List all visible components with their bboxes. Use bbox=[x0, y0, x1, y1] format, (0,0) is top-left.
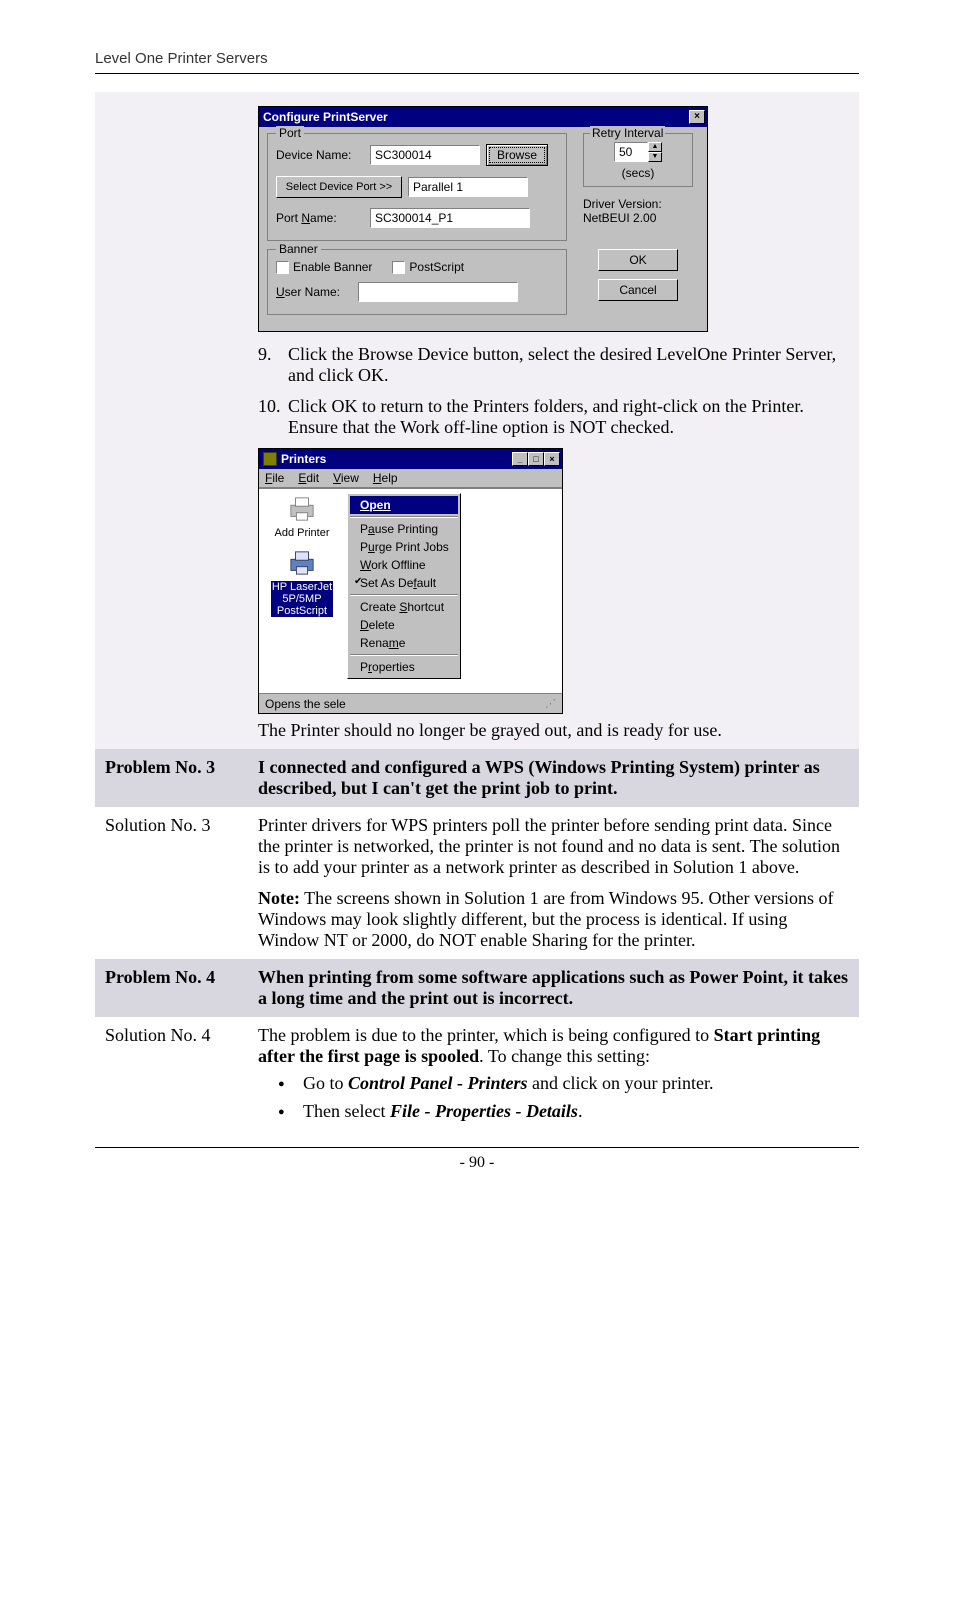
retry-interval-input[interactable]: 50 bbox=[614, 142, 648, 162]
configure-printserver-dialog: Configure PrintServer × Port Device Name… bbox=[258, 106, 708, 332]
window-titlebar: Printers _ □ × bbox=[259, 449, 562, 469]
dialog-title: Configure PrintServer bbox=[263, 110, 388, 124]
port-legend: Port bbox=[276, 126, 304, 140]
menu-item-open[interactable]: Open bbox=[350, 496, 458, 514]
port-name-label: Port Name: bbox=[276, 211, 364, 225]
banner-group: Banner Enable Banner PostScript bbox=[267, 249, 567, 315]
banner-legend: Banner bbox=[276, 242, 321, 256]
browse-button[interactable]: Browse bbox=[486, 144, 548, 166]
checkbox-icon bbox=[276, 261, 289, 274]
problem-3-text: I connected and configured a WPS (Window… bbox=[248, 749, 859, 807]
menu-item-purge[interactable]: Purge Print Jobs bbox=[350, 538, 458, 556]
solution-4-intro: The problem is due to the printer, which… bbox=[258, 1025, 849, 1067]
empty-label bbox=[95, 92, 248, 749]
bullet-2: ● Then select File - Properties - Detail… bbox=[278, 1101, 849, 1123]
maximize-icon[interactable]: □ bbox=[528, 452, 544, 466]
retry-unit-label: (secs) bbox=[590, 166, 686, 180]
enable-banner-checkbox[interactable]: Enable Banner bbox=[276, 260, 372, 274]
menu-file[interactable]: File bbox=[265, 471, 284, 485]
checkbox-icon bbox=[392, 261, 405, 274]
solution-3-label: Solution No. 3 bbox=[95, 807, 248, 959]
retry-legend: Retry Interval bbox=[590, 126, 665, 140]
spinner-buttons[interactable]: ▲ ▼ bbox=[648, 142, 662, 162]
problem-3-label: Problem No. 3 bbox=[95, 749, 248, 807]
solution-3-para1: Printer drivers for WPS printers poll th… bbox=[258, 815, 849, 878]
menu-item-rename[interactable]: Rename bbox=[350, 634, 458, 652]
user-name-input[interactable] bbox=[358, 282, 518, 302]
cancel-button[interactable]: Cancel bbox=[598, 279, 678, 301]
menubar: File Edit View Help bbox=[259, 469, 562, 488]
doc-header: Level One Printer Servers bbox=[95, 50, 859, 74]
step-number: 10. bbox=[258, 396, 288, 438]
menu-item-work-offline[interactable]: Work Offline bbox=[350, 556, 458, 574]
hp-printer-icon[interactable] bbox=[286, 549, 318, 577]
menu-item-delete[interactable]: Delete bbox=[350, 616, 458, 634]
printers-window: Printers _ □ × File Edit View Help bbox=[258, 448, 563, 714]
user-name-label: User Name: bbox=[276, 285, 352, 299]
device-name-label: Device Name: bbox=[276, 148, 364, 162]
problem-4-text: When printing from some software applica… bbox=[248, 959, 859, 1017]
dialog-titlebar: Configure PrintServer × bbox=[259, 107, 707, 127]
menu-item-pause[interactable]: Pause Printing bbox=[350, 520, 458, 538]
resize-grip-icon[interactable]: ⋰ bbox=[545, 697, 556, 710]
step-list: 9. Click the Browse Device button, selec… bbox=[258, 344, 849, 438]
menu-help[interactable]: Help bbox=[373, 471, 398, 485]
menu-item-properties[interactable]: Properties bbox=[350, 658, 458, 676]
postscript-checkbox[interactable]: PostScript bbox=[392, 260, 464, 274]
select-device-port-input[interactable]: Parallel 1 bbox=[408, 177, 528, 197]
add-printer-icon[interactable] bbox=[286, 495, 318, 523]
step-9: 9. Click the Browse Device button, selec… bbox=[258, 344, 849, 386]
step-text: Click OK to return to the Printers folde… bbox=[288, 396, 849, 438]
step-number: 9. bbox=[258, 344, 288, 386]
solution-4-label: Solution No. 4 bbox=[95, 1017, 248, 1131]
port-name-input[interactable]: SC300014_P1 bbox=[370, 208, 530, 228]
solution-4-bullets: ● Go to Control Panel - Printers and cli… bbox=[278, 1073, 849, 1123]
driver-version-label: Driver Version: NetBEUI 2.00 bbox=[583, 197, 693, 225]
menu-item-set-default[interactable]: Set As Default bbox=[350, 574, 458, 592]
step-text: Click the Browse Device button, select t… bbox=[288, 344, 849, 386]
port-group: Port Device Name: SC300014 Browse Select… bbox=[267, 133, 567, 241]
bullet-icon: ● bbox=[278, 1073, 303, 1095]
close-icon[interactable]: × bbox=[689, 110, 705, 124]
window-title: Printers bbox=[281, 452, 326, 466]
after-printers-text: The Printer should no longer be grayed o… bbox=[258, 720, 849, 741]
spinner-up-icon[interactable]: ▲ bbox=[648, 142, 662, 152]
problem-4-label: Problem No. 4 bbox=[95, 959, 248, 1017]
ok-button[interactable]: OK bbox=[598, 249, 678, 271]
menu-item-shortcut[interactable]: Create Shortcut bbox=[350, 598, 458, 616]
bullet-icon: ● bbox=[278, 1101, 303, 1123]
menu-view[interactable]: View bbox=[333, 471, 359, 485]
content-table: Configure PrintServer × Port Device Name… bbox=[95, 92, 859, 1131]
statusbar-text: Opens the sele bbox=[265, 697, 346, 711]
select-device-port-button[interactable]: Select Device Port >> bbox=[276, 176, 402, 198]
close-icon[interactable]: × bbox=[544, 452, 560, 466]
minimize-icon[interactable]: _ bbox=[512, 452, 528, 466]
solution-3-note: Note: The screens shown in Solution 1 ar… bbox=[258, 888, 849, 951]
menu-edit[interactable]: Edit bbox=[298, 471, 319, 485]
printers-folder-icon bbox=[263, 452, 277, 466]
device-name-input[interactable]: SC300014 bbox=[370, 145, 480, 165]
hp-printer-label: HP LaserJet 5P/5MP PostScript bbox=[271, 581, 333, 617]
bullet-1: ● Go to Control Panel - Printers and cli… bbox=[278, 1073, 849, 1095]
page-footer: - 90 - bbox=[95, 1147, 859, 1172]
step-10: 10. Click OK to return to the Printers f… bbox=[258, 396, 849, 438]
context-menu: Open Pause Printing Purge Print Jobs Wor… bbox=[347, 493, 461, 679]
spinner-down-icon[interactable]: ▼ bbox=[648, 152, 662, 162]
retry-interval-group: Retry Interval 50 ▲ ▼ (secs) bbox=[583, 133, 693, 187]
add-printer-label: Add Printer bbox=[274, 527, 329, 539]
